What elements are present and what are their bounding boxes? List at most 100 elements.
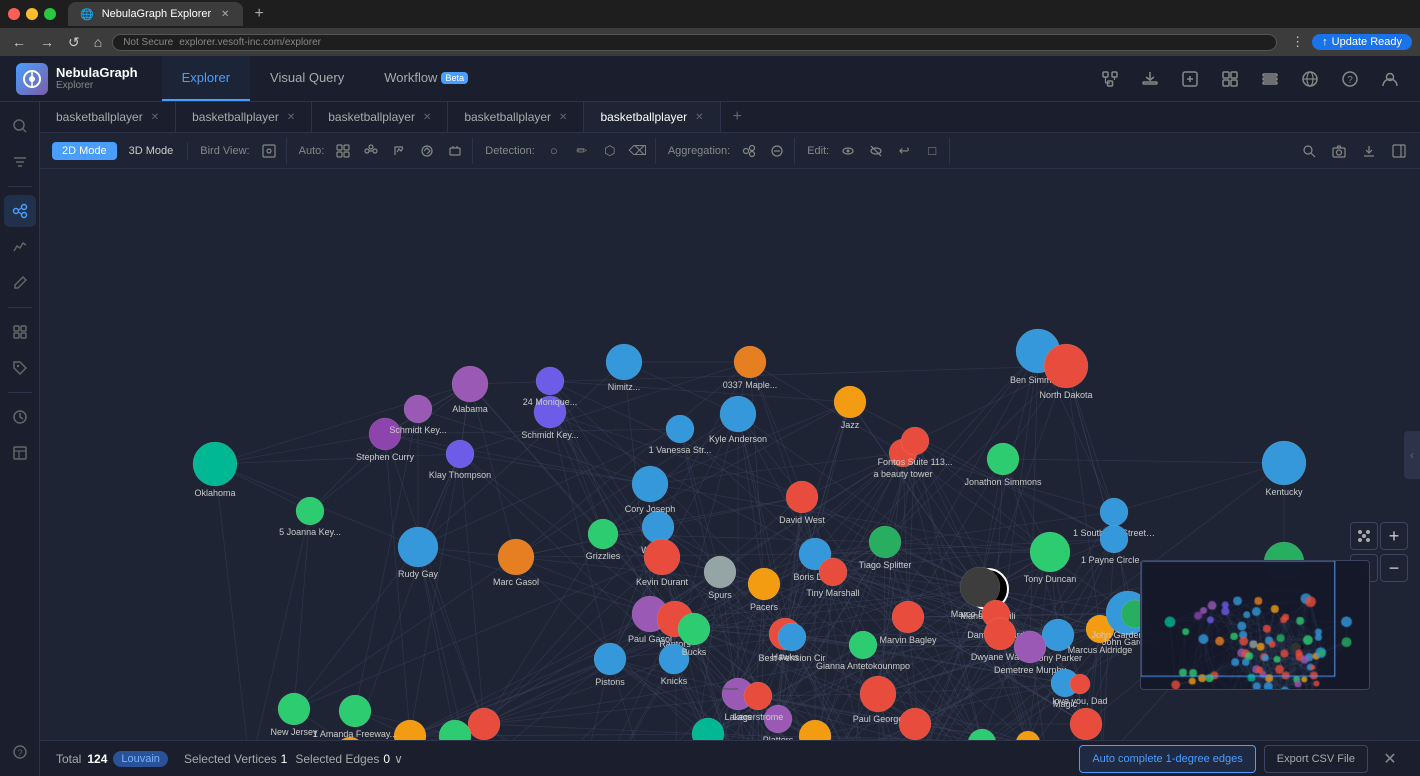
graph-tab-3[interactable]: basketballplayer ✕ [312,102,448,132]
sidebar-item-tag[interactable] [4,352,36,384]
update-ready-badge[interactable]: ↑ Update Ready [1312,34,1412,50]
mode-2d-button[interactable]: 2D Mode [52,142,117,160]
nav-refresh-button[interactable]: ↺ [64,32,84,53]
graph-tab-1[interactable]: basketballplayer ✕ [40,102,176,132]
graph-tab-4[interactable]: basketballplayer ✕ [448,102,584,132]
auto-btn-5[interactable] [442,138,468,164]
camera-btn[interactable] [1326,138,1352,164]
sidebar-item-history[interactable] [4,401,36,433]
traffic-light-yellow[interactable] [26,8,38,20]
node-n16[interactable]: New Jersey [270,693,318,737]
browser-tab-active[interactable]: 🌐 NebulaGraph Explorer ✕ [68,2,243,26]
add-graph-tab-button[interactable]: + [721,102,754,132]
auto-complete-edges-button[interactable]: Auto complete 1-degree edges [1079,745,1255,773]
node-n78[interactable]: Fontos Suite 113... [878,427,953,467]
node-n10[interactable]: Cory Joseph [625,466,676,514]
node-n75[interactable]: Nimitz... [606,344,642,392]
sidebar-item-graph[interactable] [4,195,36,227]
export-btn[interactable] [1356,138,1382,164]
node-n60[interactable]: Kentucky [1262,441,1306,497]
traffic-light-green[interactable] [44,8,56,20]
export-csv-button[interactable]: Export CSV File [1264,745,1368,773]
sidebar-item-analytics[interactable] [4,231,36,263]
node-n13[interactable]: Spurs [704,556,736,600]
auto-btn-3[interactable] [386,138,412,164]
layout-separator[interactable]: — [722,680,738,698]
detection-lasso-btn[interactable]: ⬡ [597,138,623,164]
edit-undo-btn[interactable]: ↩ [891,138,917,164]
settings-layout-icon[interactable] [1256,65,1284,93]
node-n1[interactable]: Alabama [452,366,488,414]
auto-btn-2[interactable] [358,138,384,164]
detection-eraser-btn[interactable]: ⌫ [625,138,651,164]
sidebar-item-help[interactable]: ? [4,736,36,768]
graph-tab-2-close[interactable]: ✕ [287,112,295,123]
panel-btn[interactable] [1386,138,1412,164]
nav-tab-explorer[interactable]: Explorer [162,56,250,101]
nav-home-button[interactable]: ⌂ [90,32,106,52]
address-bar[interactable]: Not Secure explorer.vesoft-inc.com/explo… [112,34,1277,51]
new-tab-button[interactable]: + [247,2,271,26]
node-n86[interactable]: 1 Amanda Freeway... [313,695,397,739]
graph-tab-5[interactable]: basketballplayer ✕ [584,102,720,132]
traffic-light-red[interactable] [8,8,20,20]
sidebar-item-search[interactable] [4,110,36,142]
sidebar-item-layout[interactable] [4,316,36,348]
nav-back-button[interactable]: ← [8,32,30,52]
graph-tab-5-close[interactable]: ✕ [695,112,703,123]
graph-canvas[interactable]: AlabamaStephen CurryKlay ThompsonOklahom… [40,169,1420,740]
zoom-out-btn[interactable]: − [1380,554,1408,582]
auto-btn-1[interactable] [330,138,356,164]
node-n4[interactable]: Oklahoma [193,442,237,498]
node-n68[interactable]: Platters [763,705,794,740]
search-graph-btn[interactable] [1296,138,1322,164]
edit-redo-btn[interactable]: □ [919,138,945,164]
node-n8[interactable]: Grizzlies [586,519,621,561]
aggregation-btn-2[interactable] [764,138,790,164]
graph-tab-1-close[interactable]: ✕ [151,112,159,123]
zoom-in-btn[interactable]: + [1380,522,1408,550]
user-icon[interactable] [1376,65,1404,93]
import-icon[interactable] [1136,65,1164,93]
node-n15[interactable]: Bucks [678,613,710,657]
detection-pencil-btn[interactable]: ✏ [569,138,595,164]
schema-icon[interactable] [1096,65,1124,93]
node-n73[interactable]: Schmidt Key... [389,395,446,435]
node-n29[interactable]: David West [779,481,825,525]
node-n79[interactable]: 5 Joanna Key... [279,497,341,537]
detection-circle-btn[interactable]: ○ [541,138,567,164]
aggregation-btn-1[interactable] [736,138,762,164]
node-n77[interactable]: 1 Vanessa Str... [649,415,712,455]
sidebar-item-table[interactable] [4,437,36,469]
edit-eye-off-btn[interactable] [863,138,889,164]
graph-tab-4-close[interactable]: ✕ [559,112,567,123]
graph-tab-2[interactable]: basketballplayer ✕ [176,102,312,132]
mode-3d-button[interactable]: 3D Mode [119,142,184,160]
graph-tab-3-close[interactable]: ✕ [423,112,431,123]
node-n31[interactable]: Pacers [748,568,780,612]
nav-tab-visual-query[interactable]: Visual Query [250,56,364,101]
browser-menu-icon[interactable]: ⋮ [1291,34,1304,50]
auto-btn-4[interactable] [414,138,440,164]
sidebar-item-pencil[interactable] [4,267,36,299]
status-close-button[interactable]: ✕ [1376,745,1404,773]
node-n66[interactable]: Pistons [594,643,626,687]
node-n33[interactable]: Jazz [834,386,866,430]
help-icon[interactable]: ? [1336,65,1364,93]
browser-tab-close[interactable]: ✕ [219,8,231,20]
selected-edges-btn[interactable]: Selected Edges 0 ∨ [295,752,403,766]
global-icon[interactable] [1296,65,1324,93]
edit-eye-btn[interactable] [835,138,861,164]
node-n3[interactable]: Klay Thompson [429,440,491,480]
node-n74[interactable]: 24 Monique... [523,367,578,407]
sidebar-item-filter[interactable] [4,146,36,178]
panel-collapse-handle[interactable]: ‹ [1404,431,1420,479]
graph-scatter-btn[interactable] [1350,522,1378,550]
selected-vertices-btn[interactable]: Selected Vertices 1 [184,752,287,766]
bird-view-icon-btn[interactable] [256,138,282,164]
download-icon[interactable] [1176,65,1204,93]
nav-forward-button[interactable]: → [36,32,58,52]
node-n26[interactable]: Tony Duncan [1024,532,1077,584]
node-n5[interactable]: Rudy Gay [398,527,439,579]
nav-tab-workflow[interactable]: Workflow Beta [364,56,488,101]
